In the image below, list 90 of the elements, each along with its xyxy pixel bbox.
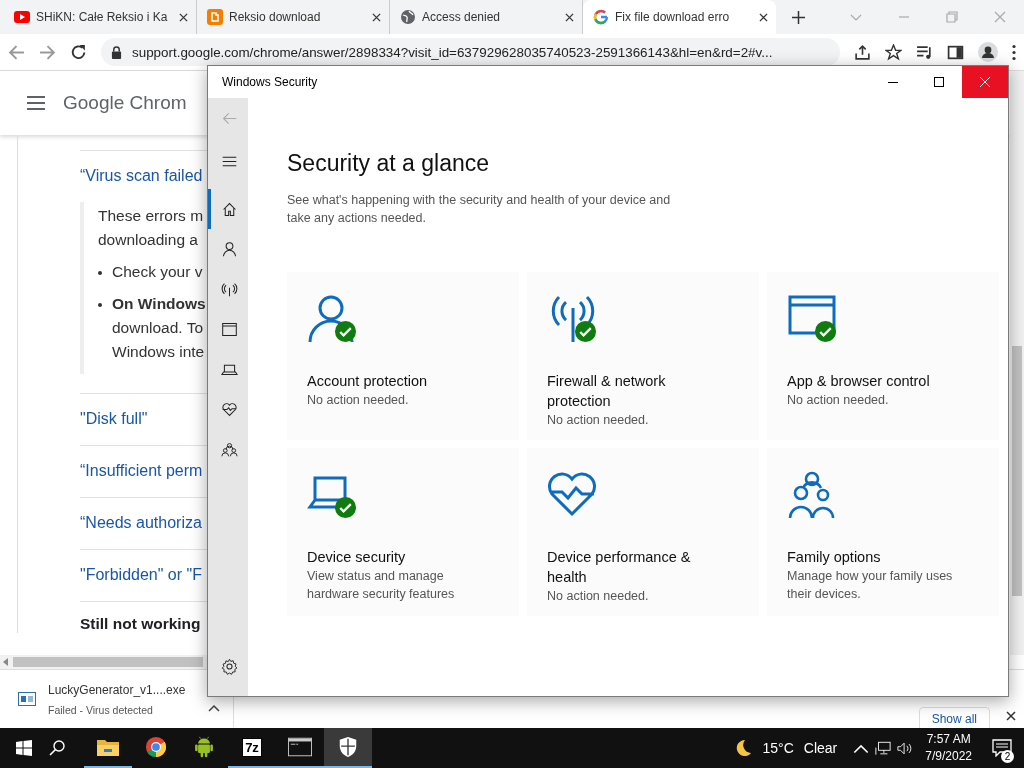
security-card[interactable]: Device performance & health No action needed.: [527, 448, 759, 616]
card-title: Device security: [307, 548, 407, 567]
close-icon[interactable]: [565, 12, 574, 22]
clock[interactable]: 7:57 AM 7/9/2022: [925, 731, 972, 765]
settings-icon: [221, 657, 238, 675]
help-link[interactable]: “Needs authoriza: [80, 514, 202, 532]
card-status: No action needed.: [787, 392, 890, 409]
bullet-icon: [98, 303, 102, 307]
home-icon: [221, 200, 238, 218]
card-status: No action needed.: [547, 412, 650, 429]
close-icon: [980, 77, 990, 87]
blog-icon: [207, 9, 223, 25]
temperature[interactable]: 15°C: [762, 740, 794, 756]
page-heading: Security at a glance: [287, 150, 490, 177]
security-card[interactable]: Firewall & network protection No action needed.: [527, 272, 759, 440]
share-icon[interactable]: [854, 43, 871, 61]
security-card[interactable]: Family options Manage how your family uses their devices.: [767, 448, 999, 616]
help-link[interactable]: “Insufficient perm: [80, 462, 203, 480]
notifications-button[interactable]: 2: [980, 728, 1024, 768]
archiver-button[interactable]: 7z: [228, 728, 276, 768]
close-icon[interactable]: [759, 12, 768, 22]
maximize-icon: [934, 77, 944, 87]
security-card[interactable]: Account protection No action needed.: [287, 272, 519, 440]
card-status: No action needed.: [307, 392, 410, 409]
window-icon: [221, 320, 238, 338]
minimize-icon: [888, 81, 898, 83]
people-icon: [221, 440, 238, 458]
taskbar-app[interactable]: [324, 728, 372, 768]
people-icon: [787, 470, 837, 520]
network-icon[interactable]: [875, 740, 892, 756]
card-title: Firewall & network protection: [547, 372, 667, 411]
help-link[interactable]: "Disk full": [80, 410, 148, 428]
robot-icon: [192, 736, 216, 758]
volume-icon[interactable]: [897, 740, 914, 756]
star-icon[interactable]: [885, 43, 902, 61]
caret-up-icon[interactable]: [208, 704, 220, 712]
bullet-text: download. To: [112, 318, 205, 338]
side-panel-icon[interactable]: [947, 43, 964, 61]
terminal-icon: [288, 736, 312, 758]
bullet-text: Check your v: [112, 262, 203, 282]
notification-count: 2: [1001, 750, 1014, 763]
profile-icon[interactable]: [978, 42, 998, 62]
address-field[interactable]: support.google.com/chrome/answer/2898334?visit_id=637929628035740523-2591366143&hl=en&rd=2#v...: [101, 38, 840, 66]
scrollbar[interactable]: [1010, 71, 1024, 655]
search-icon[interactable]: [49, 740, 65, 756]
show-all-button[interactable]: Show all: [918, 707, 990, 731]
section-heading: Still not working: [80, 615, 201, 633]
media-icon[interactable]: [916, 43, 933, 61]
close-icon[interactable]: [372, 12, 381, 22]
left-arrow-icon[interactable]: [3, 658, 9, 666]
lock-icon: [111, 45, 122, 59]
window-title: Windows Security: [222, 75, 318, 89]
person-icon: [221, 240, 238, 258]
card-title: App & browser control: [787, 372, 931, 391]
help-link[interactable]: "Forbidden" or "F: [80, 566, 202, 584]
file-icon: [18, 692, 36, 706]
round-logo-icon: [144, 736, 168, 758]
bullet-text: Windows inte: [112, 342, 206, 362]
new-tab-icon[interactable]: [792, 10, 805, 24]
menu-icon[interactable]: [27, 96, 45, 110]
g-logo-icon: [593, 9, 609, 25]
bullet-text: On Windows: [112, 294, 206, 314]
close-icon[interactable]: [1006, 711, 1016, 721]
scrollbar[interactable]: [0, 655, 210, 669]
bullet-icon: [98, 271, 102, 275]
download-status: Failed - Virus detected: [48, 704, 153, 716]
page-description: See what's happening with the security and health of your device and take any actions needed.: [287, 192, 672, 227]
card-title: Account protection: [307, 372, 429, 391]
forward-icon[interactable]: [39, 43, 56, 61]
download-file-name[interactable]: LuckyGenerator_v1....exe: [48, 682, 186, 698]
card-title: Device performance & health: [547, 548, 692, 587]
more-icon[interactable]: [1012, 43, 1016, 61]
callout-text: downloading a: [98, 230, 199, 250]
browser-tab[interactable]: Fix file download erro: [583, 0, 776, 34]
play-icon: [14, 9, 30, 25]
close-icon[interactable]: [179, 12, 188, 22]
card-status: View status and manage hardware security features: [307, 568, 456, 603]
page-title: Google Chrom: [63, 92, 187, 114]
callout-text: These errors m: [98, 206, 205, 226]
card-title: Family options: [787, 548, 882, 567]
heart-icon: [221, 400, 238, 418]
back-icon[interactable]: [8, 43, 25, 61]
start-icon[interactable]: [16, 740, 32, 756]
security-card[interactable]: App & browser control No action needed.: [767, 272, 999, 440]
security-card[interactable]: Device security View status and manage hardware security features: [287, 448, 519, 616]
card-status: Manage how your family uses their devices.: [787, 568, 954, 603]
weather-text[interactable]: Clear: [803, 740, 838, 756]
help-link[interactable]: “Virus scan failed: [80, 167, 203, 185]
reload-icon[interactable]: [70, 43, 87, 61]
card-status: No action needed.: [547, 588, 650, 605]
